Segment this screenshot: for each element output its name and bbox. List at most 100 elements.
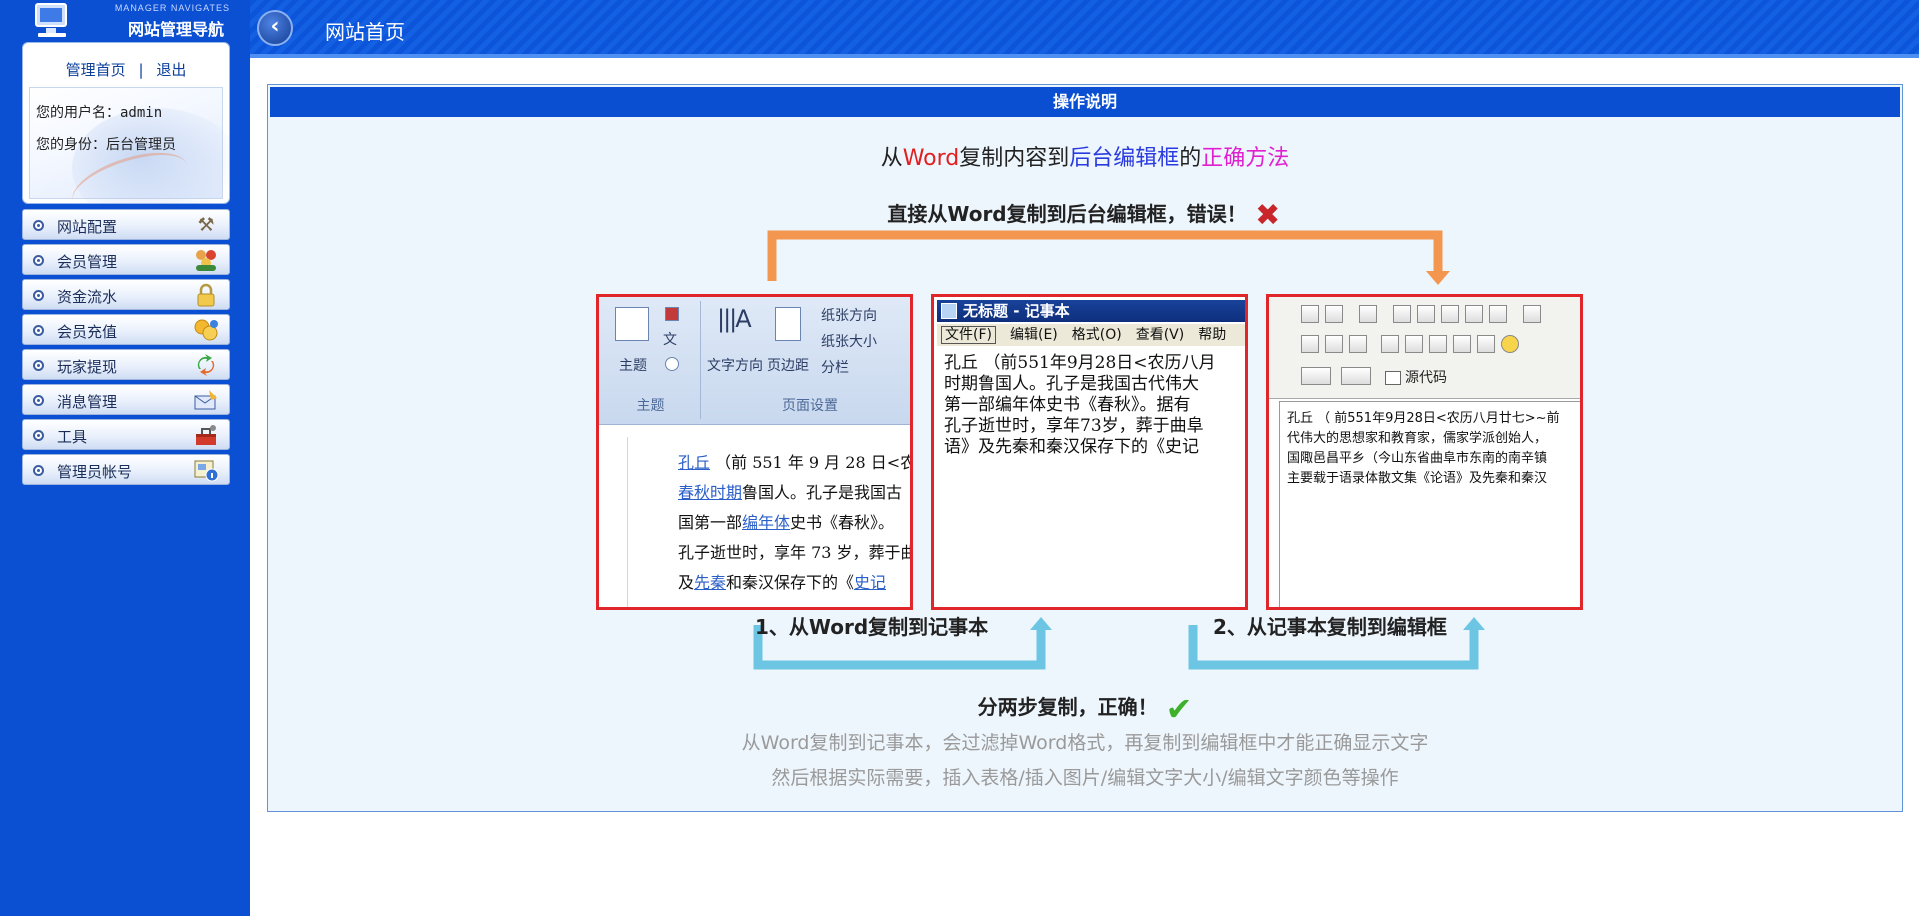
back-button[interactable]: ‹ [257,10,293,46]
text-color-icon [1301,367,1331,385]
editor-line: 孔丘 （ 前551年9月28日<农历八月廿七>~前 [1287,411,1560,426]
message-icon [193,388,219,412]
sidebar-item-label: 网站配置 [57,218,118,236]
editor-screenshot: 源代码 孔丘 （ 前551年9月28日<农历八月廿七>~前 代伟大的思想家和教育… [1266,294,1583,610]
check-icon: ✔ [1165,689,1193,728]
source-code-button: 源代码 [1385,367,1447,387]
margins-icon [775,307,801,341]
paste-word-icon [1489,305,1507,323]
bullet-icon [33,325,44,336]
colors-icon [665,307,679,321]
sidebar-item-label: 资金流水 [57,288,118,306]
ribbon-group-page-setup: |||A 文字方向 页边距 纸张方向 纸张大小 分栏 页面设置 [705,301,910,419]
new-doc-icon [1301,305,1319,323]
explanation-line-2: 然后根据实际需要，插入表格/插入图片/编辑文字大小/编辑文字颜色等操作 [771,767,1399,789]
notepad-line: 孔子逝世时，享年73岁，葬于曲阜 [944,416,1204,436]
username-label: 您的用户名： [36,105,120,121]
right-method-label: 分两步复制，正确！ [977,695,1158,719]
bullet-icon [33,255,44,266]
sidebar-item-fund-flow[interactable]: 资金流水 [22,279,230,310]
bullet-icon [33,360,44,371]
tools-icon: ⚒ [197,214,215,236]
preview-icon [1325,305,1343,323]
logo-title: 网站管理导航 [127,20,224,39]
sidebar-item-player-withdraw[interactable]: 玩家提现 [22,349,230,380]
source-code-icon [1385,371,1401,385]
sidebar-menu: 网站配置 ⚒ 会员管理 资金流水 会员充值 玩家提现 消息管理 工具 管理员帐号 [22,209,230,489]
templates-icon [1359,305,1377,323]
logout-link[interactable]: 退出 [156,61,186,79]
word-text: （前 551 年 9 月 28 日<农 [715,453,913,472]
ribbon-group-theme-caption: 主题 [636,398,665,414]
computer-icon [35,3,67,37]
editor-line: 国陬邑昌平乡（今山东省曲阜市东南的南辛镇 [1287,451,1548,466]
top-header: ‹ 网站首页 [250,0,1919,58]
word-text: 鲁国人。孔子是我国古 [742,483,903,502]
user-links: 管理首页 | 退出 [23,57,229,83]
sidebar-item-members[interactable]: 会员管理 [22,244,230,275]
word-line: 及先秦和秦汉保存下的《史记 [678,569,886,593]
anchor-icon [1349,335,1367,353]
word-line: 国第一部编年体史书《春秋》。 [678,509,894,533]
logo: MANAGER NAVIGATES 网站管理导航 [22,0,232,42]
word-text: 孔子逝世时，享年 73 岁，葬于曲 [678,543,913,562]
source-code-label: 源代码 [1405,370,1447,386]
clean-icon [1429,335,1447,353]
editor-toolbar: 源代码 [1269,297,1580,399]
link-separator: | [138,61,144,79]
word-line: 春秋时期鲁国人。孔子是我国古 [678,479,902,503]
bullet-icon [33,290,44,301]
admin-home-link[interactable]: 管理首页 [66,61,126,79]
ribbon-text-dir-label: 文字方向 [707,358,763,374]
unlink-icon [1325,335,1343,353]
sidebar: MANAGER NAVIGATES 网站管理导航 管理首页 | 退出 您的用户名… [0,0,250,916]
notepad-line: 第一部编年体史书《春秋》。据有 [944,395,1191,415]
table-icon [1453,335,1471,353]
page-title: 网站首页 [325,20,405,44]
sidebar-item-site-config[interactable]: 网站配置 ⚒ [22,209,230,240]
ribbon-margin-label: 页边距 [767,358,809,374]
sidebar-item-label: 玩家提现 [57,358,118,376]
ribbon-paper-size-label: 纸张大小 [821,334,877,350]
word-link: 孔丘 [678,453,711,472]
sidebar-item-admin-account[interactable]: 管理员帐号 [22,454,230,485]
members-icon [193,248,219,272]
sidebar-item-messages[interactable]: 消息管理 [22,384,230,415]
ribbon-group-page-caption: 页面设置 [782,398,838,414]
username-value: admin [120,105,163,121]
paste-icon [1441,305,1459,323]
explanation-line-1: 从Word复制到记事本，会过滤掉Word格式，再复制到编辑框中才能正确显示文字 [741,732,1429,754]
notepad-screenshot: 无标题 - 记事本 文件(F) 编辑(E) 格式(O) 查看(V) 帮助 孔丘 （前55… [931,294,1248,610]
toolbox-icon [193,423,219,447]
word-text: 史书《春秋》。 [790,513,895,532]
sidebar-item-tools[interactable]: 工具 [22,419,230,450]
word-ribbon: 文 主题 主题 |||A 文字方向 页边距 纸张方向 纸张大小 分栏 页面设置 [599,297,910,425]
word-document: 孔丘 （前 551 年 9 月 28 日<农 春秋时期鲁国人。孔子是我国古 国第… [627,437,910,607]
effects-icon [665,357,679,371]
notepad-icon [941,303,957,319]
notepad-menu-edit: 编辑(E) [1009,327,1058,343]
notepad-line: 孔丘 （前551年9月28日<农历八月 [944,353,1216,373]
sidebar-item-member-recharge[interactable]: 会员充值 [22,314,230,345]
word-link: 先秦 [694,573,727,592]
word-text: 及 [678,573,695,592]
role-row: 您的身份：后台管理员 [30,134,222,154]
paste-text-icon [1465,305,1483,323]
wrong-arrow [767,230,1450,285]
step2-label: 2、从记事本复制到编辑框 [1213,615,1447,639]
step1-label: 1、从Word复制到记事本 [755,615,989,639]
word-link: 史记 [854,573,887,592]
hr-icon [1477,335,1495,353]
fonts-icon: 文 [663,332,677,348]
role-label: 您的身份： [36,137,106,153]
image-icon [1381,335,1399,353]
right-method-text: 分两步复制，正确！ ✔ [268,689,1902,728]
notepad-line: 时期鲁国人。孔子是我国古代伟大 [944,374,1199,394]
copy-icon [1417,305,1435,323]
notepad-title: 无标题 - 记事本 [963,302,1070,320]
ribbon-theme-label: 主题 [619,358,647,374]
notepad-menubar: 文件(F) 编辑(E) 格式(O) 查看(V) 帮助 [937,324,1245,346]
flash-icon [1405,335,1423,353]
sidebar-item-label: 会员充值 [57,323,118,341]
coins-icon [193,318,219,342]
